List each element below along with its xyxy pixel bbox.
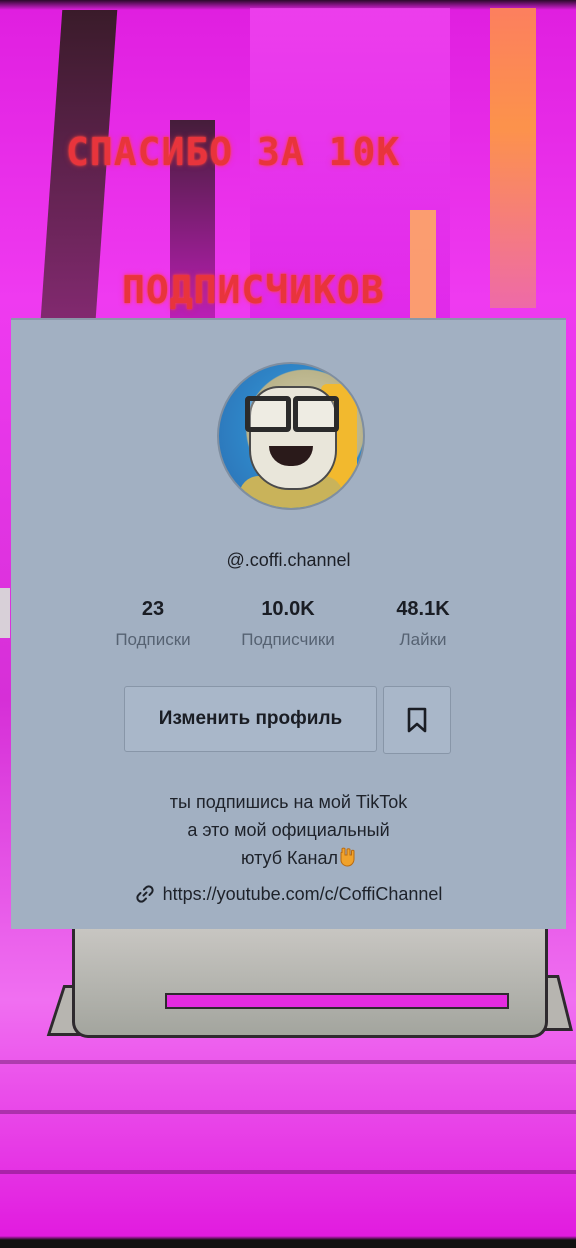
headline-thanks: СПАСИБО ЗА 10К	[66, 130, 401, 174]
stat-label: Подписчики	[241, 630, 335, 649]
floor-line	[0, 1110, 576, 1114]
bio-line: ютуб Канал	[240, 848, 338, 868]
avatar[interactable]	[217, 362, 365, 510]
video-frame: СПАСИБО ЗА 10К ПОДПИСЧИКОВ @.coffi.chann…	[0, 0, 576, 1248]
sofa	[72, 925, 548, 1038]
bookmark-button[interactable]	[383, 686, 451, 754]
link-icon	[135, 884, 154, 903]
background-light	[490, 8, 536, 308]
bio-line: ты подпишись на мой TikTok	[169, 792, 408, 812]
stat-likes[interactable]: 48.1K Лайки	[353, 598, 493, 650]
profile-card: @.coffi.channel 23 Подписки 10.0K Подпис…	[11, 318, 566, 929]
stat-following[interactable]: 23 Подписки	[83, 598, 223, 650]
floor-line	[0, 1060, 576, 1064]
bio: ты подпишись на мой TikTok а это мой офи…	[11, 788, 566, 872]
stat-followers[interactable]: 10.0K Подписчики	[218, 598, 358, 650]
sofa-slot	[165, 993, 509, 1009]
stat-label: Подписки	[115, 630, 191, 649]
link-text[interactable]: https://youtube.com/c/CoffiChannel	[163, 884, 443, 905]
edit-profile-button[interactable]: Изменить профиль	[124, 686, 377, 752]
stat-label: Лайки	[399, 630, 447, 649]
hand-pointing-down-icon	[340, 847, 355, 867]
background-light	[410, 210, 436, 320]
stat-value: 48.1K	[396, 598, 450, 620]
headline-subscribers: ПОДПИСЧИКОВ	[122, 268, 385, 312]
floor-line	[0, 1170, 576, 1174]
stat-value: 10.0K	[261, 598, 315, 620]
bookmark-icon	[407, 707, 427, 733]
background-object	[0, 588, 10, 638]
username: @.coffi.channel	[226, 550, 351, 570]
stat-value: 23	[141, 598, 165, 620]
profile-link[interactable]: https://youtube.com/c/CoffiChannel	[11, 884, 566, 905]
bio-line: а это мой официальный	[187, 820, 390, 840]
bio-line-with-emoji: ютуб Канал	[11, 844, 566, 872]
